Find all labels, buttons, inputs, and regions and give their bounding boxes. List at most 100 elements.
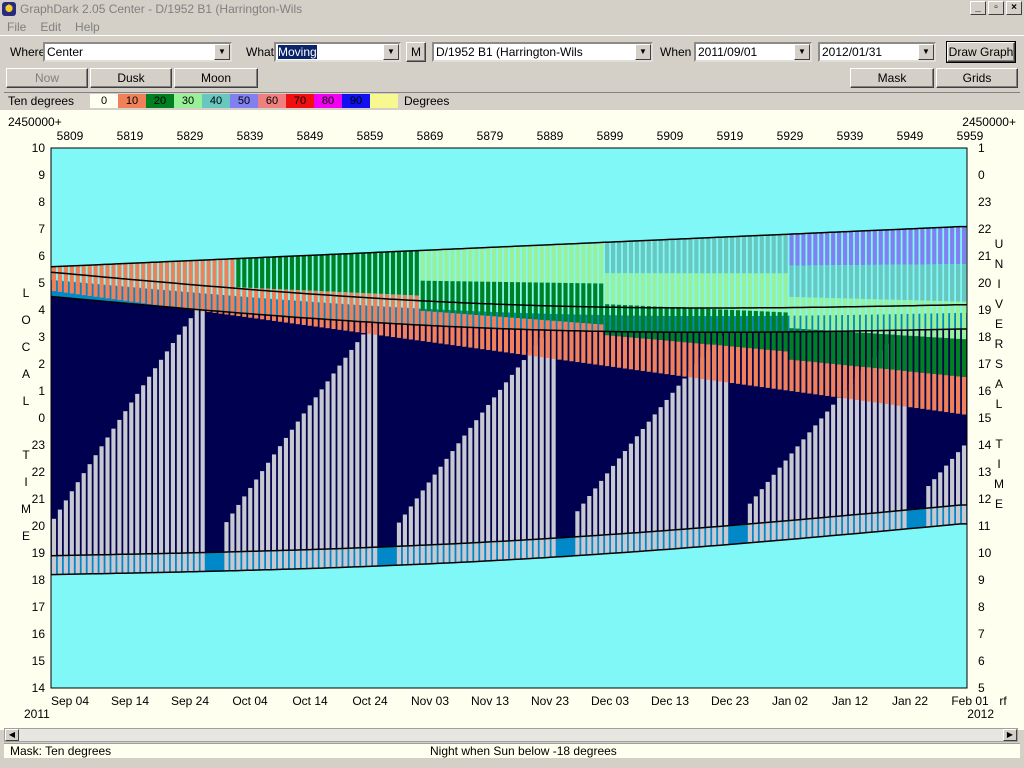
moon-button[interactable]: Moon	[174, 68, 258, 88]
altitude-bar	[872, 264, 877, 300]
close-button[interactable]: ×	[1006, 1, 1022, 15]
altitude-bar	[938, 337, 943, 375]
top-axis-tick: 5849	[297, 129, 324, 143]
altitude-bar	[581, 243, 586, 284]
moon-bar	[153, 368, 158, 573]
altitude-bar	[319, 254, 324, 292]
date-to-select[interactable]: 2012/01/31 ▼	[818, 42, 936, 62]
object-select[interactable]: D/1952 B1 (Harrington-Wils ▼	[432, 42, 653, 62]
dusk-button[interactable]: Dusk	[90, 68, 172, 88]
restore-button[interactable]: ▫	[988, 1, 1004, 15]
what-value: Moving	[278, 45, 317, 59]
altitude-bar	[961, 301, 967, 340]
moon-bar	[700, 357, 705, 547]
left-axis-letter: I	[24, 475, 27, 489]
chevron-down-icon[interactable]: ▼	[794, 44, 810, 60]
altitude-bar	[176, 261, 181, 309]
moon-bar	[135, 393, 140, 573]
altitude-bar	[474, 281, 479, 315]
minimize-button[interactable]: _	[970, 1, 986, 15]
moon-bar	[777, 467, 782, 541]
altitude-bar	[492, 281, 497, 317]
chevron-down-icon[interactable]: ▼	[635, 44, 651, 60]
altitude-bar	[640, 338, 645, 371]
menu-edit[interactable]: Edit	[33, 20, 68, 34]
altitude-bar	[426, 311, 431, 342]
altitude-bar	[414, 295, 419, 341]
moon-bar	[593, 488, 598, 555]
altitude-bar	[664, 239, 669, 274]
altitude-bar	[63, 266, 68, 293]
altitude-bar	[813, 362, 818, 395]
altitude-bar	[557, 321, 562, 360]
altitude-bar	[848, 332, 854, 366]
draw-graph-button[interactable]: Draw Graph	[946, 41, 1016, 63]
altitude-bar	[503, 282, 509, 318]
altitude-bar	[676, 341, 681, 376]
where-select[interactable]: Center ▼	[43, 42, 232, 62]
moon-bar	[57, 509, 63, 575]
altitude-bar	[837, 331, 842, 365]
altitude-bar	[700, 308, 705, 344]
altitude-bar	[842, 365, 848, 399]
moon-bar	[337, 365, 342, 568]
altitude-bar	[153, 262, 158, 305]
now-button[interactable]: Now	[6, 68, 88, 88]
right-axis-tick: 20	[978, 276, 992, 290]
scroll-right-icon[interactable]: ▶	[1003, 729, 1017, 741]
scroll-left-icon[interactable]: ◀	[5, 729, 19, 741]
where-label: Where	[10, 45, 46, 59]
horizontal-scrollbar[interactable]: ◀ ▶	[4, 728, 1018, 742]
moon-bar	[819, 418, 824, 537]
mask-button[interactable]: Mask	[850, 68, 934, 88]
moon-bar	[682, 378, 687, 549]
moon-bar	[254, 479, 259, 571]
moon-bar	[848, 384, 854, 535]
altitude-bar	[384, 294, 390, 337]
bottom-axis-suffix: rf	[999, 694, 1007, 708]
altitude-bar	[432, 311, 437, 343]
altitude-bar	[706, 344, 711, 380]
altitude-bar	[848, 365, 854, 400]
altitude-bar	[497, 316, 503, 352]
altitude-bar	[432, 249, 437, 281]
menu-file[interactable]: File	[0, 20, 33, 34]
m-button[interactable]: M	[406, 42, 426, 62]
altitude-bar	[480, 281, 485, 316]
right-axis-tick: 22	[978, 222, 992, 236]
dawn-band	[735, 525, 742, 545]
menu-help[interactable]: Help	[68, 20, 107, 34]
altitude-bar	[914, 372, 919, 409]
chevron-down-icon[interactable]: ▼	[383, 44, 399, 60]
chevron-down-icon[interactable]: ▼	[918, 44, 934, 60]
left-axis-tick: 14	[32, 681, 46, 695]
status-night-rule: Night when Sun below -18 degrees	[430, 744, 617, 758]
altitude-bar	[955, 376, 961, 414]
grids-button[interactable]: Grids	[936, 68, 1018, 88]
altitude-bar	[706, 273, 711, 309]
altitude-bar	[438, 249, 443, 281]
altitude-bar	[896, 370, 901, 406]
moon-bar	[129, 402, 134, 574]
moon-bar	[551, 330, 556, 558]
altitude-bar	[955, 338, 961, 377]
what-select[interactable]: Moving ▼	[274, 42, 401, 62]
top-axis-tick: 5889	[537, 129, 564, 143]
moon-bar	[533, 345, 538, 559]
bottom-axis-year: 2012	[967, 707, 994, 721]
moon-bar	[402, 514, 407, 566]
date-from-select[interactable]: 2011/09/01 ▼	[694, 42, 812, 62]
altitude-bar	[545, 320, 550, 359]
altitude-bar	[932, 300, 937, 338]
altitude-bar	[950, 375, 955, 413]
left-axis-letter: L	[23, 394, 30, 408]
bottom-axis-tick: Nov 23	[531, 694, 569, 708]
altitude-bar	[682, 342, 687, 377]
moon-bar	[69, 491, 74, 575]
altitude-bar	[468, 314, 473, 348]
chevron-down-icon[interactable]: ▼	[214, 44, 230, 60]
altitude-bar	[254, 257, 259, 289]
altitude-bar	[581, 323, 586, 363]
dawn-band	[919, 508, 926, 528]
legend-swatch: 80	[314, 94, 342, 108]
